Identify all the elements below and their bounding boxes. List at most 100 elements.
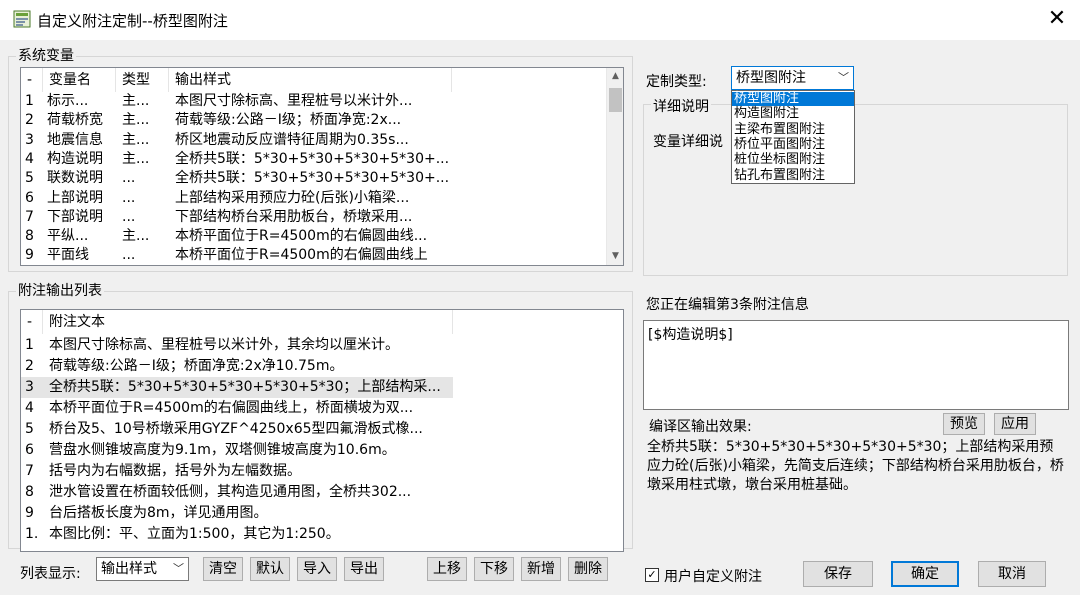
table-row[interactable]: 9 平面线... 本桥平面位于R=4500m的右偏圆曲线上 [21,246,607,265]
list-display-value: 输出样式 [101,561,157,577]
apply-button[interactable]: 应用 [994,413,1036,435]
col-header-type[interactable]: 类型 [116,68,169,92]
dropdown-option[interactable]: 桥位平面图附注 [732,137,854,152]
col-header-note-text[interactable]: 附注文本 [43,310,453,334]
row-index: 6 [25,189,34,206]
move-up-button[interactable]: 上移 [427,557,467,581]
cancel-button[interactable]: 取消 [978,561,1046,587]
row-index: 1 [25,337,34,353]
chevron-down-icon: ﹀ [173,562,184,575]
note-text-cell: 全桥共5联：5*30+5*30+5*30+5*30+5*30；上部结构采... [49,379,441,395]
ok-button[interactable]: 确定 [891,561,959,587]
note-text-cell: 桥台及5、10号桥墩采用GYZF^4250x65型四氟滑板式橡... [49,421,423,437]
detail-group [643,104,1068,276]
preview-button[interactable]: 预览 [943,413,985,435]
col-header-var-name[interactable]: 变量名 [43,68,116,92]
output-style-cell: 本图尺寸除标高、里程桩号以米计外... [175,93,413,109]
table-row[interactable]: 4 构造说明 主... 全桥共5联：5*30+5*30+5*30+5*30+... [21,150,607,169]
compile-output-text: 全桥共5联：5*30+5*30+5*30+5*30+5*30；上部结构采用预应力… [647,439,1064,493]
list-item[interactable]: 1 本图尺寸除标高、里程桩号以米计外，其余均以厘米计。 [21,335,621,356]
scroll-thumb[interactable] [609,88,622,112]
custom-type-value: 桥型图附注 [736,70,806,86]
list-item[interactable]: 8 泄水管设置在桥面较低侧，其构造见通用图，全桥共302... [21,482,621,503]
list-item[interactable]: 4 本桥平面位于R=4500m的右偏圆曲线上，桥面横坡为双... [21,398,621,419]
col-header-dash[interactable]: - [21,68,43,92]
row-index: 1 [25,93,34,109]
type-cell: ... [122,208,136,225]
row-index: 8 [25,484,34,500]
note-text-cell: 荷载等级:公路－Ⅰ级；桥面净宽:2x净10.75m。 [49,358,344,374]
dropdown-option[interactable]: 构造图附注 [732,107,854,121]
table-row[interactable]: 6 上部说明... 上部结构采用预应力砼(后张)小箱梁... [21,189,607,208]
table-row[interactable]: 8 平纵... 主... 本桥平面位于R=4500m的右偏圆曲线... [21,227,607,246]
note-text-cell: 本图尺寸除标高、里程桩号以米计外，其余均以厘米计。 [49,337,399,353]
output-style-cell: 桥区地震动反应谱特征周期为0.35s... [175,131,409,148]
detail-group-title: 详细说明 [651,96,711,116]
type-cell: 主... [122,131,150,148]
clear-button[interactable]: 清空 [203,557,243,581]
note-text-cell: 括号内为右幅数据，括号外为左幅数据。 [49,463,301,479]
list-item[interactable]: 2 荷载等级:公路－Ⅰ级；桥面净宽:2x净10.75m。 [21,356,621,377]
note-editor[interactable]: [$构造说明$] [643,320,1069,410]
list-item[interactable]: 1. 本图比例：平、立面为1:500，其它为1:250。 [21,524,621,545]
var-name-cell: 平面线 [47,247,89,264]
delete-button[interactable]: 删除 [568,557,608,581]
export-button[interactable]: 导出 [344,557,384,581]
dropdown-option[interactable]: 桥型图附注 [732,92,854,106]
list-item[interactable]: 5 桥台及5、10号桥墩采用GYZF^4250x65型四氟滑板式橡... [21,419,621,440]
row-index: 5 [25,421,34,437]
import-button[interactable]: 导入 [297,557,337,581]
scroll-up-icon[interactable]: ▲ [607,68,623,85]
close-icon[interactable]: ✕ [1044,4,1070,34]
row-index: 9 [25,247,34,264]
table-row[interactable]: 5 联数说明... 全桥共5联：5*30+5*30+5*30+5*30+... [21,169,607,188]
system-vars-listview[interactable]: - 变量名 类型 输出样式 1 标示... 主... 本图尺寸除标高、里程桩号以米计外… [20,67,624,266]
row-index: 4 [25,400,34,416]
row-index: 6 [25,442,34,458]
list-item[interactable]: 3 全桥共5联：5*30+5*30+5*30+5*30+5*30；上部结构采... [21,377,453,398]
col-header-dash[interactable]: - [21,310,43,334]
user-custom-label[interactable]: 用户自定义附注 [664,566,762,586]
row-index: 9 [25,505,34,521]
col-header-output-style[interactable]: 输出样式 [169,68,452,92]
move-down-button[interactable]: 下移 [474,557,514,581]
output-style-cell: 荷载等级:公路－Ⅰ级；桥面净宽:2x... [175,112,402,129]
scroll-down-icon[interactable]: ▼ [607,248,623,265]
add-button[interactable]: 新增 [521,557,561,581]
output-style-cell: 全桥共5联：5*30+5*30+5*30+5*30+... [175,150,450,167]
var-detail-label: 变量详细说 [653,134,723,150]
list-display-select[interactable]: 输出样式 ﹀ [96,557,189,581]
table-row[interactable]: 3 地震信息 主... 桥区地震动反应谱特征周期为0.35s... [21,131,607,150]
table-row[interactable]: 2 荷载桥宽 主... 荷载等级:公路－Ⅰ级；桥面净宽:2x... [21,111,607,130]
note-text-cell: 台后搭板长度为8m，详见通用图。 [49,505,268,521]
save-button[interactable]: 保存 [803,561,873,587]
custom-type-dropdown[interactable]: 桥型图附注 构造图附注 主梁布置图附注 桥位平面图附注 桩位坐标图附注 钻孔布置图附注 [731,90,855,184]
system-vars-group-title: 系统变量 [16,45,76,65]
list-item[interactable]: 6 营盘水侧锥坡高度为9.1m，双塔侧锥坡高度为10.6m。 [21,440,621,461]
notes-list-group-title: 附注输出列表 [16,280,104,300]
default-button[interactable]: 默认 [250,557,290,581]
row-index: 7 [25,463,34,479]
window-title: 自定义附注定制--桥型图附注 [37,12,228,30]
type-cell: ... [122,247,136,264]
list-item[interactable]: 9 台后搭板长度为8m，详见通用图。 [21,503,621,524]
list-item[interactable]: 7 括号内为右幅数据，括号外为左幅数据。 [21,461,621,482]
var-name-cell: 下部说明 [47,208,103,225]
row-index: 2 [25,112,34,129]
dropdown-option[interactable]: 钻孔布置图附注 [732,168,854,183]
table-row[interactable]: 7 下部说明... 下部结构桥台采用肋板台，桥墩采用... [21,208,607,227]
system-vars-scrollbar[interactable]: ▲ ▼ [606,68,623,265]
row-index: 3 [25,379,34,395]
dropdown-option[interactable]: 主梁布置图附注 [732,122,854,137]
system-vars-header: - 变量名 类型 输出样式 [21,68,623,92]
output-style-cell: 全桥共5联：5*30+5*30+5*30+5*30+... [175,170,450,187]
editing-label: 您正在编辑第3条附注信息 [646,297,809,313]
table-row[interactable]: 1 标示... 主... 本图尺寸除标高、里程桩号以米计外... [21,92,607,111]
user-custom-checkbox[interactable]: ✓ [645,568,659,582]
custom-type-label: 定制类型: [646,74,707,90]
dropdown-option[interactable]: 桩位坐标图附注 [732,153,854,167]
var-name-cell: 标示... [47,93,89,109]
custom-type-select[interactable]: 桥型图附注 ﹀ [731,66,854,90]
note-text-cell: 本桥平面位于R=4500m的右偏圆曲线上，桥面横坡为双... [49,400,414,416]
notes-listview[interactable]: - 附注文本 1 本图尺寸除标高、里程桩号以米计外，其余均以厘米计。 2 荷载等级:公… [20,309,624,552]
